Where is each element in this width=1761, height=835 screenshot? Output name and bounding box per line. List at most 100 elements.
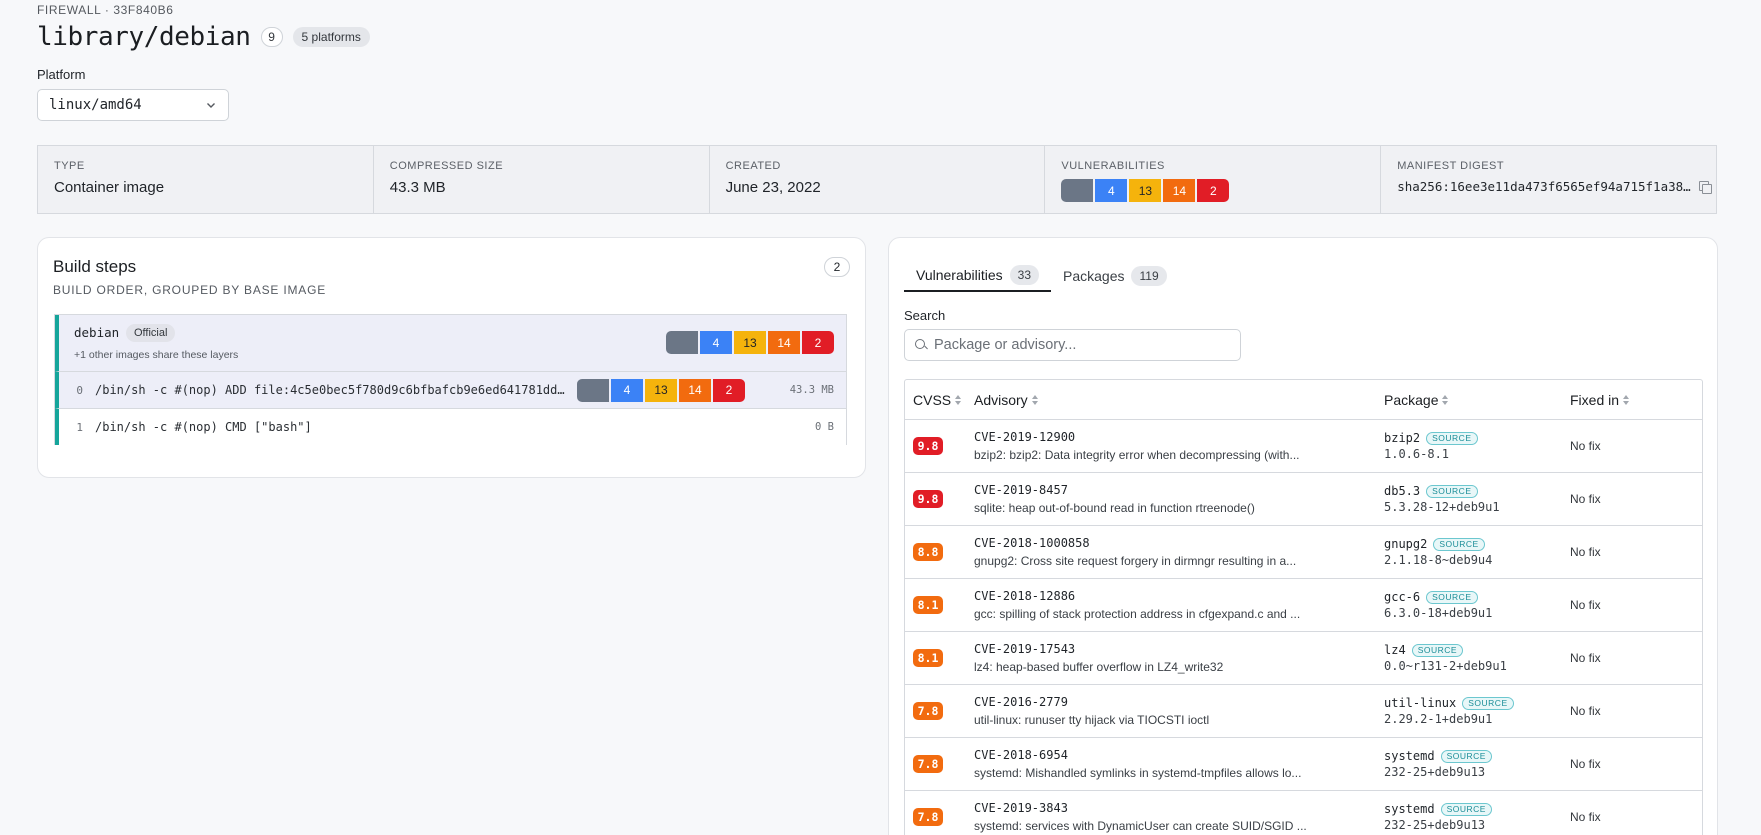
column-header-label: CVSS [913, 391, 952, 408]
severity-critical-chip: 2 [713, 378, 745, 402]
table-row[interactable]: 7.8 CVE-2019-3843 systemd: services with D… [905, 791, 1702, 835]
table-row[interactable]: 7.8 CVE-2018-6954 systemd: Mishandled syml… [905, 738, 1702, 791]
column-header-cvss[interactable]: CVSS [905, 392, 974, 408]
sort-icon [1623, 394, 1630, 405]
layer-command: /bin/sh -c #(nop) ADD file:4c5e0bec5f780… [95, 383, 565, 397]
package-line: gnupg2 SOURCE [1384, 537, 1570, 551]
advisory-cell: CVE-2019-12900 bzip2: bzip2: Data integri… [974, 430, 1384, 462]
digest-value: sha256:16ee3e11da473f6565ef94a715f1a38… [1397, 179, 1691, 194]
advisory-description: gnupg2: Cross site request forgery in di… [974, 554, 1297, 568]
table-row[interactable]: 9.8 CVE-2019-8457 sqlite: heap out-of-boun… [905, 473, 1702, 526]
package-cell: util-linux SOURCE 2.29.2-1+deb9u1 [1384, 696, 1570, 726]
cvss-score-badge: 8.1 [913, 596, 943, 614]
chevron-down-icon [207, 103, 215, 108]
package-name[interactable]: lz4 [1384, 643, 1406, 657]
package-cell: systemd SOURCE 232-25+deb9u13 [1384, 802, 1570, 832]
package-name[interactable]: systemd [1384, 802, 1435, 816]
package-name[interactable]: db5.3 [1384, 484, 1420, 498]
summary-vulnerabilities: VULNERABILITIES 4 13 14 2 [1045, 146, 1382, 213]
base-image-name: debian [74, 325, 120, 340]
table-row[interactable]: 9.8 CVE-2019-12900 bzip2: bzip2: Data inte… [905, 420, 1702, 473]
cvss-score-badge: 8.1 [913, 649, 943, 667]
advisory-description: sqlite: heap out-of-bound read in functi… [974, 501, 1255, 515]
severity-medium-chip[interactable]: 13 [1129, 179, 1162, 202]
layer-row[interactable]: 0 /bin/sh -c #(nop) ADD file:4c5e0bec5f7… [55, 371, 846, 409]
package-name[interactable]: util-linux [1384, 696, 1456, 710]
advisory-id[interactable]: CVE-2019-12900 [974, 430, 1384, 444]
advisory-id[interactable]: CVE-2019-17543 [974, 642, 1384, 656]
severity-high-chip: 14 [679, 378, 711, 402]
digest-row: sha256:16ee3e11da473f6565ef94a715f1a38… [1397, 179, 1712, 194]
source-tag: SOURCE [1440, 749, 1492, 763]
vulnerabilities-card: Vulnerabilities 33 Packages 119 Search C… [888, 237, 1718, 835]
summary-vulns-label: VULNERABILITIES [1061, 160, 1165, 172]
breadcrumb: FIREWALL · 33F840B6 [37, 3, 174, 17]
column-header-fixed-in[interactable]: Fixed in [1570, 392, 1702, 408]
summary-created: CREATED June 23, 2022 [710, 146, 1046, 213]
advisory-id[interactable]: CVE-2018-1000858 [974, 536, 1384, 550]
source-tag: SOURCE [1426, 431, 1478, 445]
severity-chips[interactable]: 4 13 14 2 [1061, 179, 1364, 202]
severity-critical-chip[interactable]: 2 [1197, 179, 1230, 202]
build-steps-subtitle: BUILD ORDER, GROUPED BY BASE IMAGE [53, 283, 327, 297]
layer-index: 0 [76, 383, 83, 397]
advisory-id[interactable]: CVE-2016-2779 [974, 695, 1384, 709]
severity-unknown-chip[interactable] [1061, 179, 1094, 202]
advisory-id[interactable]: CVE-2018-12886 [974, 589, 1384, 603]
cvss-cell: 8.1 [905, 596, 974, 614]
tag-count-badge[interactable]: 9 [260, 27, 283, 47]
sort-icon [1031, 394, 1038, 405]
source-tag: SOURCE [1426, 590, 1478, 604]
platform-select[interactable]: linux/amd64 [37, 89, 229, 121]
platforms-badge[interactable]: 5 platforms [292, 27, 370, 47]
source-tag: SOURCE [1462, 696, 1514, 710]
summary-type: TYPE Container image [38, 146, 374, 213]
table-row[interactable]: 8.1 CVE-2018-12886 gcc: spilling of stack … [905, 579, 1702, 632]
fixed-in-cell: No fix [1570, 810, 1601, 824]
package-version: 1.0.6-8.1 [1384, 447, 1450, 461]
title-row: library/debian 9 5 platforms [37, 22, 370, 52]
search-input[interactable] [934, 337, 1224, 353]
advisory-description: util-linux: runuser tty hijack via TIOCS… [974, 713, 1210, 727]
table-body: 9.8 CVE-2019-12900 bzip2: bzip2: Data inte… [905, 420, 1702, 835]
package-name[interactable]: bzip2 [1384, 431, 1420, 445]
package-line: util-linux SOURCE [1384, 696, 1570, 710]
advisory-id[interactable]: CVE-2018-6954 [974, 748, 1384, 762]
advisory-id[interactable]: CVE-2019-3843 [974, 801, 1384, 815]
copy-icon[interactable] [1698, 180, 1712, 194]
summary-type-value: Container image [54, 179, 165, 196]
tab-vulnerabilities[interactable]: Vulnerabilities 33 [904, 260, 1051, 292]
package-name[interactable]: systemd [1384, 749, 1435, 763]
severity-low-chip[interactable]: 4 [1095, 179, 1128, 202]
package-line: db5.3 SOURCE [1384, 484, 1570, 498]
official-badge: Official [126, 324, 176, 342]
advisory-cell: CVE-2019-8457 sqlite: heap out-of-bound r… [974, 483, 1384, 515]
tab-packages[interactable]: Packages 119 [1051, 260, 1179, 292]
severity-high-chip[interactable]: 14 [1163, 179, 1196, 202]
base-image-header[interactable]: debian Official +1 other images share th… [55, 315, 846, 371]
advisory-description: gcc: spilling of stack protection addres… [974, 607, 1301, 621]
table-row[interactable]: 8.1 CVE-2019-17543 lz4: heap-based buffer … [905, 632, 1702, 685]
source-tag: SOURCE [1411, 643, 1464, 657]
package-version: 2.29.2-1+deb9u1 [1384, 712, 1493, 726]
sort-icon [1442, 394, 1449, 405]
severity-unknown-chip [577, 378, 609, 402]
advisory-cell: CVE-2016-2779 util-linux: runuser tty hij… [974, 695, 1384, 727]
column-header-package[interactable]: Package [1384, 392, 1570, 408]
search-box[interactable] [904, 329, 1241, 361]
column-header-advisory[interactable]: Advisory [974, 392, 1384, 408]
package-line: lz4 SOURCE [1384, 643, 1570, 657]
advisory-description: lz4: heap-based buffer overflow in LZ4_w… [974, 660, 1224, 674]
table-row[interactable]: 7.8 CVE-2016-2779 util-linux: runuser tty … [905, 685, 1702, 738]
table-row[interactable]: 8.8 CVE-2018-1000858 gnupg2: Cross site re… [905, 526, 1702, 579]
cvss-score-badge: 8.8 [913, 543, 943, 561]
fixed-in-cell: No fix [1570, 704, 1601, 718]
layer-row[interactable]: 1 /bin/sh -c #(nop) CMD ["bash"] 0 B [55, 409, 846, 445]
column-header-label: Fixed in [1570, 391, 1620, 408]
summary-strip: TYPE Container image COMPRESSED SIZE 43.… [37, 145, 1717, 214]
package-name[interactable]: gnupg2 [1384, 537, 1427, 551]
advisory-id[interactable]: CVE-2019-8457 [974, 483, 1384, 497]
package-name[interactable]: gcc-6 [1384, 590, 1420, 604]
summary-created-value: June 23, 2022 [725, 179, 821, 196]
layer-size: 0 B [815, 421, 834, 433]
